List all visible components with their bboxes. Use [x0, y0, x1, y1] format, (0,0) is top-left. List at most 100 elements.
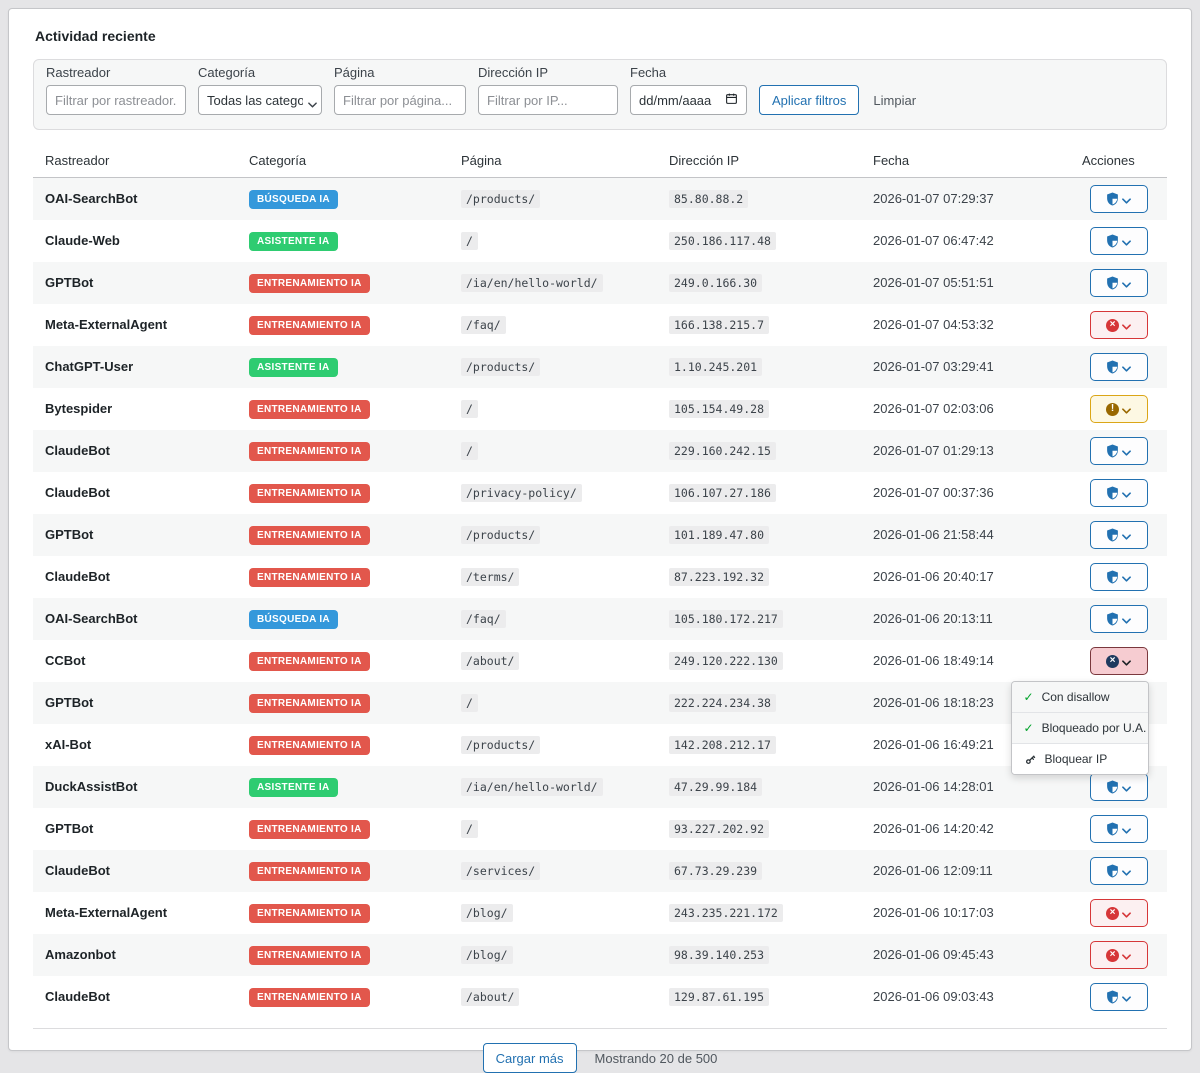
- bot-name: OAI-SearchBot: [45, 191, 138, 206]
- action-button[interactable]: ×: [1089, 647, 1148, 675]
- category-badge: ENTRENAMIENTO IA: [249, 862, 370, 881]
- date-value: 2026-01-07 07:29:37: [873, 191, 994, 206]
- bot-name: Meta-ExternalAgent: [45, 905, 168, 920]
- page-path: /services/: [461, 862, 541, 880]
- date-value: 2026-01-07 06:47:42: [873, 233, 994, 248]
- page-path: /: [461, 820, 478, 838]
- bot-name: ClaudeBot: [45, 485, 110, 500]
- ip-address: 67.73.29.239: [669, 862, 763, 880]
- date-value: 2026-01-06 16:49:21: [873, 737, 994, 752]
- category-badge: BÚSQUEDA IA: [249, 190, 338, 209]
- filter-group-pagina: Página: [334, 65, 466, 115]
- bot-name: GPTBot: [45, 527, 94, 542]
- ip-address: 47.29.99.184: [669, 778, 763, 796]
- filter-label-categoria: Categoría: [198, 65, 256, 80]
- chevron-down-icon: [1122, 402, 1131, 417]
- menu-item-label: Bloqueado por U.A.: [1041, 721, 1147, 735]
- pagina-filter-input[interactable]: [334, 85, 466, 115]
- page-path: /: [461, 400, 478, 418]
- table-row: xAI-Bot ENTRENAMIENTO IA /products/ 142.…: [33, 724, 1167, 766]
- shield-icon: [1106, 192, 1119, 206]
- categoria-select[interactable]: Todas las categorías: [198, 85, 322, 115]
- table-row: ClaudeBot ENTRENAMIENTO IA / 229.160.242…: [33, 430, 1167, 472]
- action-button[interactable]: ×: [1089, 311, 1148, 339]
- page-path: /products/: [461, 526, 541, 544]
- date-value: 2026-01-06 18:18:23: [873, 695, 994, 710]
- action-dropdown-menu: ✓ Con disallow ✓ Bloqueado por U.A. Bloquear…: [1010, 681, 1149, 775]
- ip-address: 85.80.88.2: [669, 190, 749, 208]
- chevron-down-icon: [1122, 570, 1131, 585]
- ip-address: 250.186.117.48: [669, 232, 776, 250]
- action-button[interactable]: [1089, 773, 1148, 801]
- chevron-down-icon: [1122, 948, 1131, 963]
- date-value: 2026-01-06 21:58:44: [873, 527, 994, 542]
- bot-name: ClaudeBot: [45, 443, 110, 458]
- action-button[interactable]: [1089, 269, 1148, 297]
- menu-item-bloqueado-por-u-a[interactable]: ✓ Bloqueado por U.A.: [1011, 713, 1148, 744]
- activity-table-body: OAI-SearchBot BÚSQUEDA IA /products/ 85.…: [33, 177, 1167, 1019]
- date-value: 2026-01-06 10:17:03: [873, 905, 994, 920]
- category-badge: ENTRENAMIENTO IA: [249, 946, 370, 965]
- fecha-date-input[interactable]: dd/mm/aaaa: [630, 85, 747, 115]
- action-button[interactable]: [1089, 815, 1148, 843]
- category-badge: ENTRENAMIENTO IA: [249, 400, 370, 419]
- column-header-fecha: Fecha: [861, 145, 1070, 178]
- table-row: GPTBot ENTRENAMIENTO IA /products/ 101.1…: [33, 514, 1167, 556]
- action-button[interactable]: [1089, 563, 1148, 591]
- date-placeholder: dd/mm/aaaa: [639, 92, 712, 108]
- table-row: OAI-SearchBot BÚSQUEDA IA /faq/ 105.180.…: [33, 598, 1167, 640]
- action-button[interactable]: ×: [1089, 899, 1148, 927]
- table-footer: Cargar más Mostrando 20 de 500: [33, 1028, 1167, 1073]
- shield-icon: [1106, 276, 1119, 290]
- bot-name: ClaudeBot: [45, 569, 110, 584]
- table-row: GPTBot ENTRENAMIENTO IA /ia/en/hello-wor…: [33, 262, 1167, 304]
- action-button[interactable]: [1089, 479, 1148, 507]
- action-button[interactable]: [1089, 983, 1148, 1011]
- date-value: 2026-01-07 01:29:13: [873, 443, 994, 458]
- page-path: /faq/: [461, 316, 506, 334]
- ip-address: 101.189.47.80: [669, 526, 770, 544]
- chevron-down-icon: [1122, 444, 1131, 459]
- shield-icon: [1106, 570, 1119, 584]
- load-more-button[interactable]: Cargar más: [482, 1043, 577, 1073]
- clear-filters-button[interactable]: Limpiar: [871, 85, 918, 115]
- page-path: /terms/: [461, 568, 520, 586]
- action-button[interactable]: [1089, 605, 1148, 633]
- action-button[interactable]: [1089, 185, 1148, 213]
- rastreador-filter-input[interactable]: [46, 85, 186, 115]
- action-button[interactable]: [1089, 353, 1148, 381]
- chevron-down-icon: [1122, 276, 1131, 291]
- filter-label-pagina: Página: [334, 65, 375, 80]
- chevron-down-icon: [1122, 780, 1131, 795]
- menu-item-con-disallow[interactable]: ✓ Con disallow: [1011, 682, 1148, 713]
- table-row: Meta-ExternalAgent ENTRENAMIENTO IA /blo…: [33, 892, 1167, 934]
- shield-icon: [1106, 780, 1119, 794]
- category-badge: ENTRENAMIENTO IA: [249, 526, 370, 545]
- table-row: DuckAssistBot ASISTENTE IA /ia/en/hello-…: [33, 766, 1167, 808]
- action-button[interactable]: !: [1089, 395, 1148, 423]
- check-icon: ✓: [1023, 721, 1034, 735]
- chevron-down-icon: [1122, 360, 1131, 375]
- shield-icon: [1106, 612, 1119, 626]
- ip-filter-input[interactable]: [478, 85, 618, 115]
- bot-name: xAI-Bot: [45, 737, 92, 752]
- category-badge: ASISTENTE IA: [249, 778, 338, 797]
- ip-address: 105.180.172.217: [669, 610, 783, 628]
- bot-name: DuckAssistBot: [45, 779, 138, 794]
- category-badge: ENTRENAMIENTO IA: [249, 274, 370, 293]
- date-value: 2026-01-07 03:29:41: [873, 359, 994, 374]
- action-button[interactable]: [1089, 227, 1148, 255]
- action-button[interactable]: [1089, 521, 1148, 549]
- apply-filters-button[interactable]: Aplicar filtros: [759, 85, 860, 115]
- date-value: 2026-01-06 20:40:17: [873, 569, 994, 584]
- chevron-down-icon: [1122, 864, 1131, 879]
- category-badge: ENTRENAMIENTO IA: [249, 652, 370, 671]
- action-button[interactable]: ×: [1089, 941, 1148, 969]
- action-button[interactable]: [1089, 437, 1148, 465]
- action-button[interactable]: [1089, 857, 1148, 885]
- ip-address: 87.223.192.32: [669, 568, 770, 586]
- chevron-down-icon: [1122, 528, 1131, 543]
- ip-address: 98.39.140.253: [669, 946, 770, 964]
- menu-item-bloquear-ip[interactable]: Bloquear IP: [1011, 744, 1148, 774]
- filter-bar: Rastreador Categoría Todas las categoría…: [33, 59, 1167, 130]
